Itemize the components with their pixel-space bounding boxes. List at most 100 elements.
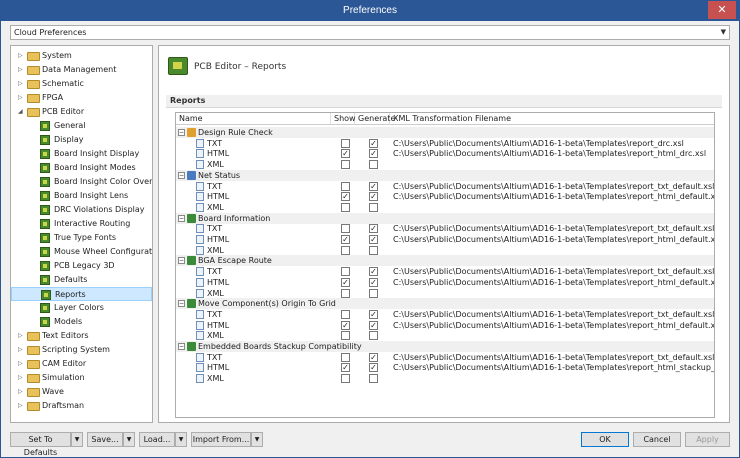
tree-folder-item[interactable]: ▷ Schematic	[11, 77, 152, 91]
tree-item-pcb-child[interactable]: PCB Legacy 3D	[11, 259, 152, 273]
show-checkbox[interactable]: ✓	[341, 235, 350, 244]
ok-button[interactable]: OK	[581, 432, 629, 447]
xml-transformation-filename[interactable]: C:\Users\Public\Documents\Altium\AD16-1-…	[393, 234, 714, 245]
report-group-row[interactable]: − BGA Escape Route	[176, 255, 714, 267]
show-checkbox[interactable]	[341, 267, 350, 277]
tree-folder-item[interactable]: ▷ Simulation	[11, 371, 152, 385]
report-group-row[interactable]: − Move Component(s) Origin To Grid	[176, 298, 714, 310]
generate-checkbox[interactable]	[369, 288, 378, 298]
tree-folder-item[interactable]: ▷ Scripting System	[11, 343, 152, 357]
generate-checkbox[interactable]: ✓	[369, 267, 378, 277]
tree-folder-item[interactable]: ▷ Data Management	[11, 63, 152, 77]
show-checkbox[interactable]	[341, 202, 350, 212]
import-from-button[interactable]: Import From...	[191, 432, 251, 447]
show-checkbox[interactable]	[341, 309, 350, 319]
column-header-xml[interactable]: XML Transformation Filename	[390, 113, 714, 125]
load-dropdown-icon[interactable]: ▼	[175, 432, 187, 447]
set-to-defaults-dropdown-icon[interactable]: ▼	[71, 432, 83, 447]
tree-folder-item[interactable]: ▷ System	[11, 49, 152, 63]
show-checkbox[interactable]: ✓	[341, 192, 350, 202]
xml-transformation-filename[interactable]: C:\Users\Public\Documents\Altium\AD16-1-…	[393, 138, 684, 149]
set-to-defaults-button[interactable]: Set To Defaults	[10, 432, 71, 457]
column-header-name[interactable]: Name	[176, 113, 331, 125]
expand-icon[interactable]: ▷	[18, 357, 26, 371]
close-icon[interactable]: ✕	[708, 1, 736, 19]
generate-checkbox[interactable]: ✓	[369, 235, 378, 244]
generate-checkbox[interactable]: ✓	[369, 309, 378, 319]
generate-checkbox[interactable]: ✓	[369, 192, 378, 202]
save-dropdown-icon[interactable]: ▼	[123, 432, 135, 447]
show-checkbox[interactable]	[341, 181, 350, 191]
collapse-icon[interactable]: −	[178, 257, 185, 265]
xml-transformation-filename[interactable]: C:\Users\Public\Documents\Altium\AD16-1-…	[393, 181, 714, 192]
generate-checkbox[interactable]	[369, 374, 378, 384]
tree-item-pcb-child[interactable]: Display	[11, 133, 152, 147]
tree-item-pcb-child[interactable]: Interactive Routing	[11, 217, 152, 231]
xml-transformation-filename[interactable]: C:\Users\Public\Documents\Altium\AD16-1-…	[393, 320, 714, 331]
tree-folder-item[interactable]: ▷ Draftsman	[11, 399, 152, 413]
expand-icon[interactable]: ▷	[18, 77, 26, 91]
generate-checkbox[interactable]	[369, 331, 378, 341]
cloud-preferences-dropdown[interactable]: Cloud Preferences ▼	[10, 25, 730, 40]
generate-checkbox[interactable]: ✓	[369, 320, 378, 330]
xml-transformation-filename[interactable]: C:\Users\Public\Documents\Altium\AD16-1-…	[393, 309, 714, 320]
expand-icon[interactable]: ▷	[18, 49, 26, 63]
show-checkbox[interactable]	[341, 245, 350, 255]
tree-item-pcb-child[interactable]: True Type Fonts	[11, 231, 152, 245]
tree-item-pcb-child[interactable]: Mouse Wheel Configuration	[11, 245, 152, 259]
tree-item-pcb-child[interactable]: DRC Violations Display	[11, 203, 152, 217]
generate-checkbox[interactable]	[369, 202, 378, 212]
column-header-generate[interactable]: Generate	[355, 113, 395, 125]
collapse-icon[interactable]: −	[178, 171, 185, 179]
xml-transformation-filename[interactable]: C:\Users\Public\Documents\Altium\AD16-1-…	[393, 277, 714, 288]
tree-item-pcb-child[interactable]: Board Insight Modes	[11, 161, 152, 175]
generate-checkbox[interactable]: ✓	[369, 138, 378, 148]
apply-button[interactable]: Apply	[685, 432, 730, 447]
report-group-row[interactable]: − Net Status	[176, 169, 714, 181]
show-checkbox[interactable]	[341, 374, 350, 384]
tree-item-pcb-child[interactable]: Reports	[11, 287, 152, 301]
expand-icon[interactable]: ▷	[18, 385, 26, 399]
generate-checkbox[interactable]	[369, 245, 378, 255]
tree-item-pcb-editor[interactable]: ◢ PCB Editor	[11, 105, 152, 119]
xml-transformation-filename[interactable]: C:\Users\Public\Documents\Altium\AD16-1-…	[393, 362, 714, 373]
tree-item-pcb-child[interactable]: Defaults	[11, 273, 152, 287]
tree-item-pcb-child[interactable]: Board Insight Display	[11, 147, 152, 161]
xml-transformation-filename[interactable]: C:\Users\Public\Documents\Altium\AD16-1-…	[393, 148, 706, 159]
tree-folder-item[interactable]: ▷ Text Editors	[11, 329, 152, 343]
expand-icon[interactable]: ▷	[18, 399, 26, 413]
collapse-icon[interactable]: −	[178, 129, 185, 136]
cancel-button[interactable]: Cancel	[633, 432, 681, 447]
xml-transformation-filename[interactable]: C:\Users\Public\Documents\Altium\AD16-1-…	[393, 266, 714, 277]
xml-transformation-filename[interactable]: C:\Users\Public\Documents\Altium\AD16-1-…	[393, 352, 714, 363]
import-from-dropdown-icon[interactable]: ▼	[251, 432, 263, 447]
report-group-row[interactable]: − Design Rule Check	[176, 127, 714, 138]
generate-checkbox[interactable]: ✓	[369, 181, 378, 191]
show-checkbox[interactable]	[341, 352, 350, 362]
column-header-show[interactable]: Show	[331, 113, 356, 125]
tree-item-pcb-child[interactable]: Board Insight Lens	[11, 189, 152, 203]
load-button[interactable]: Load...	[139, 432, 175, 447]
xml-transformation-filename[interactable]: C:\Users\Public\Documents\Altium\AD16-1-…	[393, 191, 714, 202]
show-checkbox[interactable]: ✓	[341, 149, 350, 159]
generate-checkbox[interactable]: ✓	[369, 352, 378, 362]
preferences-tree[interactable]: ▷ System ▷ Data Management ▷ Schematic ▷ FPGA ◢ P…	[10, 45, 153, 423]
show-checkbox[interactable]: ✓	[341, 363, 350, 373]
tree-folder-item[interactable]: ▷ Wave	[11, 385, 152, 399]
show-checkbox[interactable]	[341, 331, 350, 341]
report-group-row[interactable]: − Board Information	[176, 212, 714, 224]
expand-icon[interactable]: ▷	[18, 343, 26, 357]
expand-icon[interactable]: ▷	[18, 371, 26, 385]
collapse-icon[interactable]: −	[178, 214, 185, 222]
generate-checkbox[interactable]: ✓	[369, 363, 378, 373]
generate-checkbox[interactable]: ✓	[369, 277, 378, 287]
xml-transformation-filename[interactable]: C:\Users\Public\Documents\Altium\AD16-1-…	[393, 223, 714, 234]
expand-icon[interactable]: ▷	[18, 329, 26, 343]
show-checkbox[interactable]: ✓	[341, 277, 350, 287]
expand-icon[interactable]: ▷	[18, 63, 26, 77]
generate-checkbox[interactable]: ✓	[369, 224, 378, 234]
generate-checkbox[interactable]: ✓	[369, 149, 378, 159]
expand-icon[interactable]: ▷	[18, 91, 26, 105]
show-checkbox[interactable]	[341, 138, 350, 148]
tree-item-pcb-child[interactable]: Models	[11, 315, 152, 329]
